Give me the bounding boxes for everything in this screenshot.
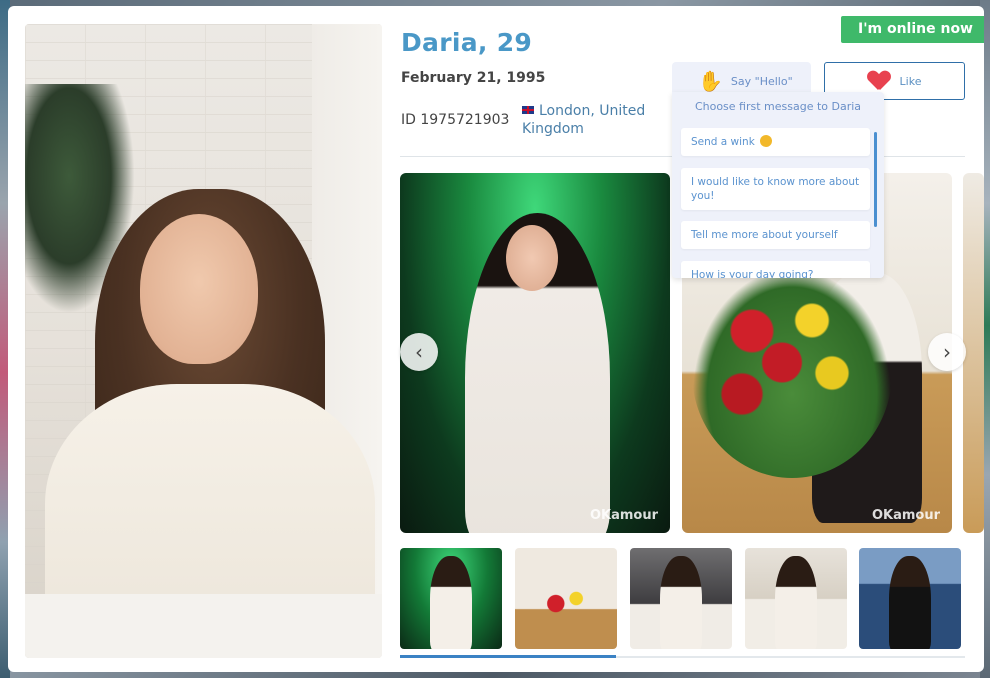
gallery-thumbnail-1[interactable] [400,548,502,649]
gallery-thumbnail-4[interactable] [745,548,847,649]
watermark: OKamour [589,508,658,523]
smiley-icon [760,135,773,147]
waving-hand-icon: ✋ [698,69,723,93]
watermark: OKamour [871,508,940,523]
chevron-left-icon: ‹ [415,340,423,364]
first-message-header: Choose first message to Daria [694,100,862,113]
gallery-slide-3-partial[interactable] [963,173,984,533]
main-profile-photo[interactable] [25,24,382,658]
profile-location: London, United Kingdom [522,102,672,138]
gallery-thumbnail-2[interactable] [515,548,617,649]
panel-scrollbar[interactable] [874,132,877,227]
message-option-wink[interactable]: Send a wink [681,128,870,156]
uk-flag-icon [522,106,534,114]
gallery-thumbnail-3[interactable] [630,548,732,649]
first-message-panel: Choose first message to Daria Send a win… [672,92,884,278]
message-option-tell-me[interactable]: Tell me more about yourself [681,221,870,249]
say-hello-label: Say "Hello" [730,74,793,88]
profile-card: Daria, 29 February 21, 1995 ID 197572190… [8,6,984,672]
gallery-prev-button[interactable]: ‹ [400,333,438,371]
chevron-right-icon: › [943,340,951,364]
message-option-day-going[interactable]: How is your day going? [681,261,870,278]
gallery-progress-indicator [400,655,616,658]
gallery-thumbnail-5[interactable] [859,548,961,649]
online-status-badge: I'm online now [841,16,984,43]
heart-icon [868,71,890,91]
location-text: London, United Kingdom [522,103,646,137]
like-label: Like [899,74,922,88]
profile-name-age: Daria, 29 [401,28,533,57]
gallery-next-button[interactable]: › [928,333,966,371]
gallery-slide-1[interactable]: OKamour [400,173,670,533]
message-option-know-more[interactable]: I would like to know more about you! [681,168,870,210]
profile-birthdate: February 21, 1995 [401,70,546,86]
profile-id: ID 1975721903 [401,112,510,128]
